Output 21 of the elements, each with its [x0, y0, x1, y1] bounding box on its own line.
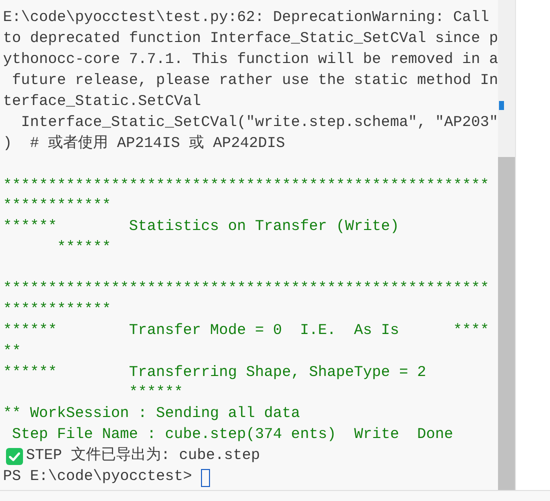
- terminal-line: ** WorkSession : Sending all data: [3, 404, 302, 424]
- scroll-marker: [499, 101, 504, 110]
- terminal-line: ******************************************************************: [3, 279, 490, 320]
- terminal-line: ****** Statistics on Transfer (Write) ******: [3, 217, 400, 258]
- terminal-line: future release, please rather use the static method In: [11, 71, 498, 91]
- terminal-line: STEP 文件已导出为: cube.step: [26, 446, 260, 466]
- text-cursor: [201, 468, 210, 486]
- checkmark-icon: [6, 448, 23, 465]
- terminal-line: Interface_Static_SetCVal("write.step.schema", "AP203": [20, 113, 498, 133]
- terminal-line: ) # 或者使用 AP214IS 或 AP242DIS: [3, 134, 286, 154]
- terminal-line: Step File Name : cube.step(374 ents) Write Done: [11, 425, 454, 445]
- terminal-line: to deprecated function Interface_Static_SetCVal since p: [3, 29, 498, 49]
- terminal-prompt: PS E:\code\pyocctest>: [3, 467, 192, 488]
- terminal-line: ******************************************************************: [3, 176, 490, 216]
- scrollbar[interactable]: [498, 0, 515, 490]
- terminal-line: ****** Transferring Shape, ShapeType = 2 ******: [3, 362, 428, 403]
- terminal-line: **: [3, 342, 22, 362]
- terminal-line: E:\code\pyocctest\test.py:62: DeprecationWarning: Call: [3, 8, 490, 28]
- terminal-line: ****** Transfer Mode = 0 I.E. As Is ****: [3, 320, 490, 340]
- terminal-line: terface_Static.SetCVal: [3, 92, 202, 112]
- terminal-line: ythonocc-core 7.7.1. This function will be removed in a: [3, 50, 498, 70]
